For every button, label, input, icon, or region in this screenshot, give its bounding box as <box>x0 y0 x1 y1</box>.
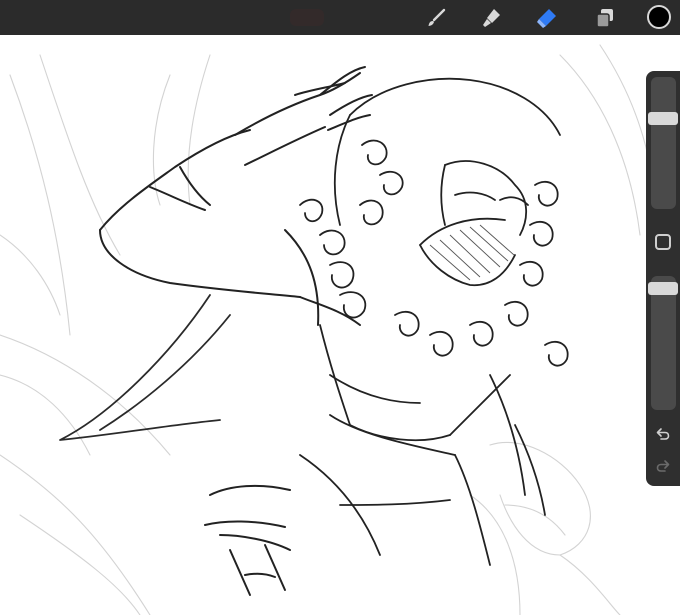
top-toolbar <box>0 0 680 35</box>
right-sidebar <box>646 71 680 486</box>
smudge-tool-button[interactable] <box>477 3 507 33</box>
drawing-app <box>0 0 680 615</box>
opacity-slider[interactable] <box>651 276 676 410</box>
opacity-thumb[interactable] <box>648 282 678 296</box>
redo-button[interactable] <box>650 453 676 479</box>
layers-tool-button[interactable] <box>590 3 620 33</box>
drawing-canvas[interactable] <box>0 35 680 615</box>
eraser-tool-button[interactable] <box>532 3 562 33</box>
redo-icon <box>656 460 670 472</box>
brush-size-thumb[interactable] <box>648 111 678 125</box>
brush-size-slider[interactable] <box>651 77 676 209</box>
color-picker-swatch[interactable] <box>647 5 671 29</box>
smudge-icon <box>483 9 500 27</box>
eraser-icon <box>537 9 556 28</box>
sketch-artwork <box>0 44 651 615</box>
brush-icon <box>428 8 446 26</box>
undo-button[interactable] <box>650 421 676 447</box>
brush-tool-button[interactable] <box>421 3 451 33</box>
toolbar-pill <box>290 9 324 26</box>
undo-icon <box>656 428 670 440</box>
square-modifier-icon[interactable] <box>655 234 671 250</box>
layers-icon <box>596 9 613 28</box>
